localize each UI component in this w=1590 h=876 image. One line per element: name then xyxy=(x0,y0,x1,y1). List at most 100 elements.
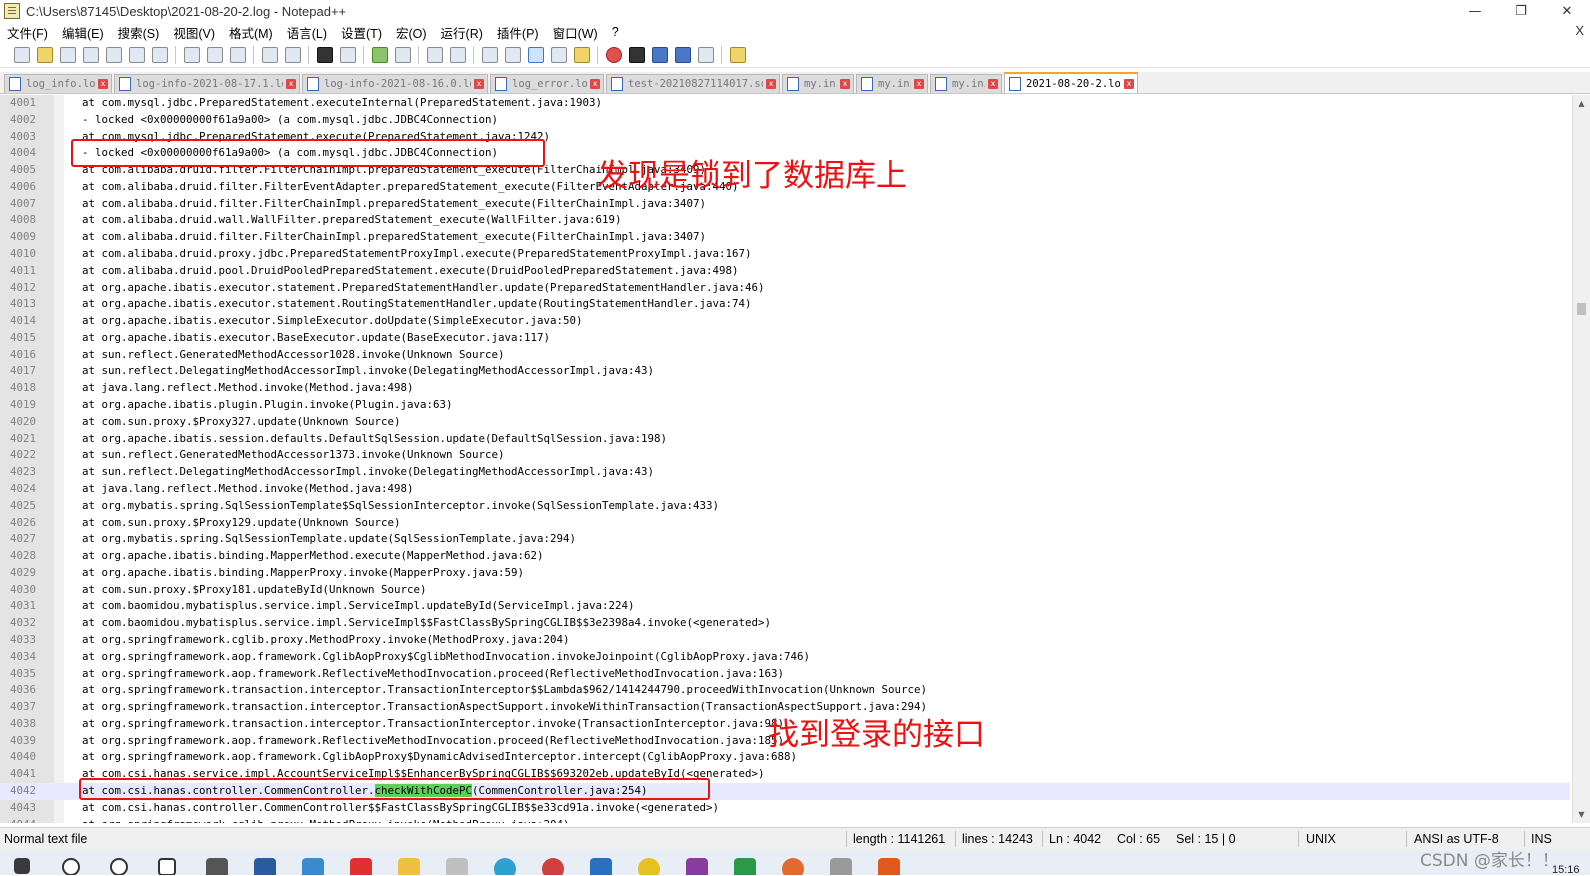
menu-language[interactable]: 语言(L) xyxy=(280,23,334,42)
tab-log-info-0816[interactable]: log-info-2021-08-16.0.log x xyxy=(302,74,488,93)
code-line[interactable]: 4036 at org.springframework.transaction.i… xyxy=(0,682,1570,699)
code-line[interactable]: 4008 at com.alibaba.druid.wall.WallFilter… xyxy=(0,212,1570,229)
zoom-out-icon[interactable] xyxy=(394,46,411,63)
code-line[interactable]: 4026 at com.sun.proxy.$Proxy129.update(Un… xyxy=(0,515,1570,532)
task-view-icon[interactable] xyxy=(158,858,176,875)
status-encoding[interactable]: ANSI as UTF-8 xyxy=(1414,832,1499,846)
scroll-down-icon[interactable]: ▼ xyxy=(1573,806,1590,823)
menu-search[interactable]: 搜索(S) xyxy=(111,23,167,42)
cortana-icon[interactable] xyxy=(110,858,128,875)
code-line[interactable]: 4009 at com.alibaba.druid.filter.FilterCh… xyxy=(0,229,1570,246)
code-line[interactable]: 4022 at sun.reflect.GeneratedMethodAccess… xyxy=(0,447,1570,464)
app-icon[interactable] xyxy=(830,858,852,875)
code-line[interactable]: 4035 at org.springframework.aop.framework… xyxy=(0,666,1570,683)
code-line[interactable]: 4002 - locked <0x00000000f61a9a00> (a com… xyxy=(0,112,1570,129)
tab-close-icon[interactable]: x xyxy=(914,79,924,89)
copy-icon[interactable] xyxy=(206,46,223,63)
code-line[interactable]: 4001 at com.mysql.jdbc.PreparedStatement.… xyxy=(0,95,1570,112)
word-wrap-icon[interactable] xyxy=(481,46,498,63)
menu-plugins[interactable]: 插件(P) xyxy=(490,23,546,42)
code-line[interactable]: 4016 at sun.reflect.GeneratedMethodAccess… xyxy=(0,347,1570,364)
tab-close-icon[interactable]: x xyxy=(286,79,296,89)
app-icon[interactable] xyxy=(782,858,804,875)
code-line[interactable]: 4007 at com.alibaba.druid.filter.FilterCh… xyxy=(0,196,1570,213)
code-line[interactable]: 4031 at com.baomidou.mybatisplus.service.… xyxy=(0,598,1570,615)
tab-log-info-0817[interactable]: log-info-2021-08-17.1.log x xyxy=(114,74,300,93)
language-define-icon[interactable] xyxy=(550,46,567,63)
code-line[interactable]: 4044 at org.springframework.cglib.proxy.M… xyxy=(0,817,1570,823)
app-icon[interactable] xyxy=(686,858,708,875)
print-icon[interactable] xyxy=(151,46,168,63)
code-line[interactable]: 4020 at com.sun.proxy.$Proxy327.update(Un… xyxy=(0,414,1570,431)
menu-file[interactable]: 文件(F) xyxy=(0,23,55,42)
code-line[interactable]: 4011 at com.alibaba.druid.pool.DruidPoole… xyxy=(0,263,1570,280)
scroll-up-icon[interactable]: ▲ xyxy=(1573,95,1590,112)
code-line[interactable]: 4018 at java.lang.reflect.Method.invoke(M… xyxy=(0,380,1570,397)
vertical-scrollbar[interactable]: ▲ ▼ xyxy=(1572,95,1590,823)
tab-my-ini-1[interactable]: my.ini x xyxy=(782,74,854,93)
close-all-icon[interactable] xyxy=(128,46,145,63)
save-all-icon[interactable] xyxy=(82,46,99,63)
close-file-icon[interactable] xyxy=(105,46,122,63)
record-macro-icon[interactable] xyxy=(605,46,622,63)
app-icon[interactable] xyxy=(446,858,468,875)
app-icon[interactable] xyxy=(878,858,900,875)
app-icon[interactable] xyxy=(590,858,612,875)
code-line[interactable]: 4012 at org.apache.ibatis.executor.statem… xyxy=(0,280,1570,297)
start-icon[interactable] xyxy=(14,858,30,874)
code-line[interactable]: 4029 at org.apache.ibatis.binding.MapperP… xyxy=(0,565,1570,582)
app-icon[interactable] xyxy=(254,858,276,875)
menu-macro[interactable]: 宏(O) xyxy=(389,23,434,42)
code-line[interactable]: 4015 at org.apache.ibatis.executor.BaseEx… xyxy=(0,330,1570,347)
tab-my-ini-3[interactable]: my.ini x xyxy=(930,74,1002,93)
app-icon[interactable] xyxy=(350,858,372,875)
code-line[interactable]: 4034 at org.springframework.aop.framework… xyxy=(0,649,1570,666)
show-all-characters-icon[interactable] xyxy=(504,46,521,63)
menu-settings[interactable]: 设置(T) xyxy=(334,23,389,42)
tab-test-sql[interactable]: test-20210827114017.sql x xyxy=(606,74,780,93)
undo-icon[interactable] xyxy=(261,46,278,63)
find-icon[interactable] xyxy=(316,46,333,63)
scrollbar-thumb[interactable] xyxy=(1577,303,1586,315)
indent-guide-icon[interactable] xyxy=(527,46,544,63)
close-button[interactable]: ✕ xyxy=(1544,0,1590,22)
app-icon[interactable] xyxy=(302,858,324,875)
tab-my-ini-2[interactable]: my.ini x xyxy=(856,74,928,93)
play-macro-icon[interactable] xyxy=(651,46,668,63)
code-line[interactable]: 4025 at org.mybatis.spring.SqlSessionTemp… xyxy=(0,498,1570,515)
code-line[interactable]: 4032 at com.baomidou.mybatisplus.service.… xyxy=(0,615,1570,632)
code-line[interactable]: 4043 at com.csi.hanas.controller.CommenCo… xyxy=(0,800,1570,817)
stop-macro-icon[interactable] xyxy=(628,46,645,63)
tab-2021-08-20-2-log[interactable]: 2021-08-20-2.log x xyxy=(1004,72,1138,93)
replace-icon[interactable] xyxy=(339,46,356,63)
code-line[interactable]: 4028 at org.apache.ibatis.binding.MapperM… xyxy=(0,548,1570,565)
tab-close-icon[interactable]: x xyxy=(474,79,484,89)
folder-icon[interactable] xyxy=(398,858,420,875)
sync-vertical-icon[interactable] xyxy=(426,46,443,63)
code-line[interactable]: 4014 at org.apache.ibatis.executor.Simple… xyxy=(0,313,1570,330)
app-icon[interactable] xyxy=(494,858,516,875)
code-line[interactable]: 4021 at org.apache.ibatis.session.default… xyxy=(0,431,1570,448)
redo-icon[interactable] xyxy=(284,46,301,63)
paste-icon[interactable] xyxy=(229,46,246,63)
save-icon[interactable] xyxy=(59,46,76,63)
menu-window[interactable]: 窗口(W) xyxy=(546,23,605,42)
plugin-icon[interactable] xyxy=(729,46,746,63)
status-eol[interactable]: UNIX xyxy=(1306,832,1336,846)
cut-icon[interactable] xyxy=(183,46,200,63)
tab-log-error[interactable]: log_error.log x xyxy=(490,74,604,93)
tab-close-icon[interactable]: x xyxy=(1124,78,1134,89)
open-file-icon[interactable] xyxy=(36,46,53,63)
app-icon[interactable] xyxy=(734,858,756,875)
menu-view[interactable]: 视图(V) xyxy=(166,23,222,42)
tab-log-info[interactable]: log_info.log x xyxy=(4,74,112,93)
code-line[interactable]: 4030 at com.sun.proxy.$Proxy181.updateByI… xyxy=(0,582,1570,599)
app-icon[interactable] xyxy=(542,858,564,875)
code-line[interactable]: 4023 at sun.reflect.DelegatingMethodAcces… xyxy=(0,464,1570,481)
sync-horizontal-icon[interactable] xyxy=(449,46,466,63)
store-icon[interactable] xyxy=(206,858,228,875)
tab-close-icon[interactable]: x xyxy=(766,79,776,89)
menu-edit[interactable]: 编辑(E) xyxy=(55,23,111,42)
menu-format[interactable]: 格式(M) xyxy=(222,23,280,42)
run-macro-multiple-icon[interactable] xyxy=(674,46,691,63)
